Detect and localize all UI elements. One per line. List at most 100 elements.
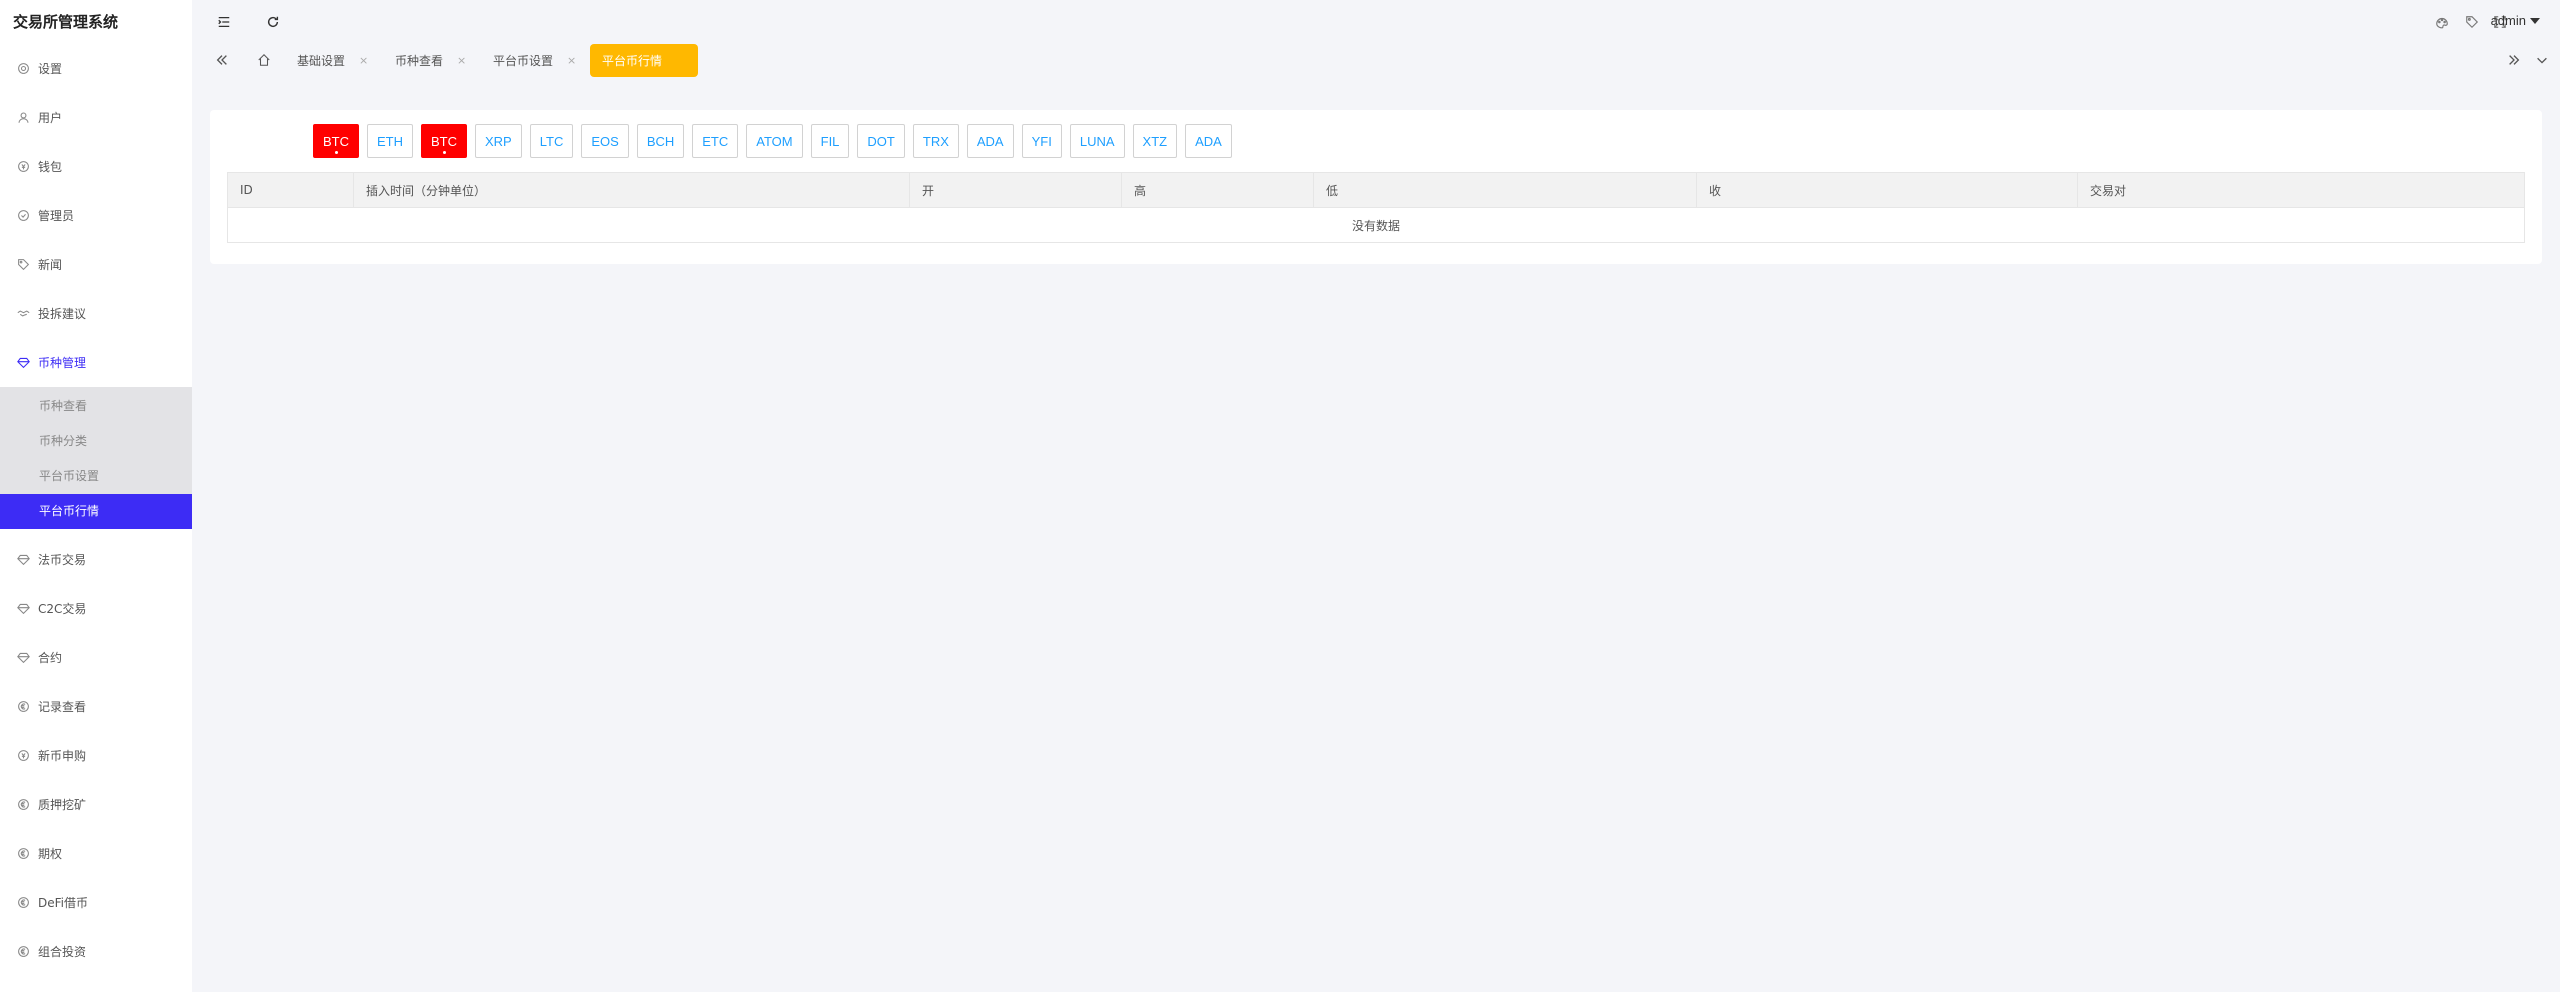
coin-button-xtz[interactable]: XTZ [1132, 124, 1178, 158]
empty-state-text: 没有数据 [227, 207, 2525, 243]
tag-icon[interactable] [2462, 12, 2482, 32]
coin-button-btc[interactable]: BTC [313, 124, 359, 158]
column-header-pair[interactable]: 交易对 [2077, 172, 2525, 208]
column-header-insert-time[interactable]: 插入时间（分钟单位） [353, 172, 910, 208]
sidebar-item-fiat-trade[interactable]: 法币交易 [0, 535, 192, 584]
user-menu[interactable]: admin [2491, 13, 2540, 28]
sidebar-item-portfolio-investment[interactable]: 组合投资 [0, 927, 192, 976]
home-icon[interactable] [254, 50, 274, 70]
column-header-id[interactable]: ID [227, 172, 354, 208]
sidebar-item-wallet[interactable]: 钱包 [0, 142, 192, 191]
tab-basic-settings[interactable]: 基础设置 × [297, 44, 368, 77]
sidebar-item-label: 质押挖矿 [38, 798, 87, 812]
tab-platform-coin-settings[interactable]: 平台币设置 × [493, 44, 576, 77]
sidebar-item-contract[interactable]: 合约 [0, 633, 192, 682]
coin-button-yfi[interactable]: YFI [1021, 124, 1062, 158]
sidebar-item-label: 法币交易 [38, 553, 87, 567]
sidebar-item-label: 用户 [38, 111, 63, 125]
tag-icon [16, 258, 30, 272]
close-icon[interactable]: × [457, 54, 466, 67]
euro-icon [16, 847, 30, 861]
coin-button-fil[interactable]: FIL [810, 124, 850, 158]
sidebar-item-label: 新闻 [38, 258, 63, 272]
handshake-icon [16, 307, 30, 321]
close-icon[interactable]: × [567, 54, 576, 67]
menu-toggle-icon[interactable] [214, 12, 234, 32]
topbar: admin [192, 0, 2560, 44]
coin-button-atom[interactable]: ATOM [746, 124, 803, 158]
sidebar: 交易所管理系统 设置 用户 钱包 管理员 新闻 投拆建议 币种管理 币种查看 币… [0, 0, 192, 992]
coin-button-xrp[interactable]: XRP [475, 124, 522, 158]
euro-icon [16, 700, 30, 714]
sidebar-item-label: DeFi借币 [38, 896, 88, 910]
diamond-icon [16, 651, 30, 665]
tabs-scroll-left-icon[interactable] [212, 50, 232, 70]
submenu-item-platform-coin-market[interactable]: 平台币行情 [0, 494, 192, 529]
table-header-row: ID 插入时间（分钟单位） 开 高 低 收 交易对 [227, 172, 2525, 208]
sidebar-item-staking-mining[interactable]: 质押挖矿 [0, 780, 192, 829]
market-table: ID 插入时间（分钟单位） 开 高 低 收 交易对 没有数据 [227, 172, 2525, 243]
sidebar-item-users[interactable]: 用户 [0, 93, 192, 142]
sidebar-item-label: 管理员 [38, 209, 75, 223]
sidebar-item-label: 记录查看 [38, 700, 87, 714]
coin-button-ada-2[interactable]: ADA [1185, 124, 1232, 158]
tabs-scroll-right-icon[interactable] [2504, 50, 2524, 70]
sidebar-item-label: 设置 [38, 62, 63, 76]
sidebar-item-admins[interactable]: 管理员 [0, 191, 192, 240]
diamond-icon [16, 356, 30, 370]
coin-button-ada[interactable]: ADA [966, 124, 1014, 158]
sidebar-item-news[interactable]: 新闻 [0, 240, 192, 289]
sidebar-item-label: 合约 [38, 651, 63, 665]
coin-button-eth[interactable]: ETH [367, 124, 413, 158]
chevron-down-icon[interactable] [2532, 50, 2552, 70]
coin-icon [16, 749, 30, 763]
theme-icon[interactable] [2432, 12, 2452, 32]
submenu-item-currency-category[interactable]: 币种分类 [0, 424, 192, 459]
shield-icon [16, 209, 30, 223]
coin-button-dot[interactable]: DOT [857, 124, 905, 158]
diamond-icon [16, 553, 30, 567]
caret-down-icon [2530, 17, 2540, 24]
column-header-close[interactable]: 收 [1696, 172, 2078, 208]
sidebar-item-label: 钱包 [38, 160, 63, 174]
coin-selector: BTC ETH BTC XRP LTC EOS BCH ETC ATOM FIL… [313, 124, 1240, 158]
sidebar-item-c2c-trade[interactable]: C2C交易 [0, 584, 192, 633]
column-header-high[interactable]: 高 [1121, 172, 1314, 208]
sidebar-item-label: 组合投资 [38, 945, 87, 959]
wallet-icon [16, 160, 30, 174]
coin-button-eos[interactable]: EOS [581, 124, 629, 158]
sidebar-item-label: 投拆建议 [38, 307, 87, 321]
app-title: 交易所管理系统 [13, 13, 119, 31]
close-icon[interactable]: × [359, 54, 368, 67]
euro-icon [16, 896, 30, 910]
diamond-icon [16, 602, 30, 616]
tab-currency-view[interactable]: 币种查看 × [395, 44, 466, 77]
tab-platform-coin-market[interactable]: 平台币行情 [590, 44, 698, 77]
coin-button-bch[interactable]: BCH [636, 124, 685, 158]
sidebar-item-new-coin-subscription[interactable]: 新币申购 [0, 731, 192, 780]
sidebar-item-records[interactable]: 记录查看 [0, 682, 192, 731]
sidebar-item-options[interactable]: 期权 [0, 829, 192, 878]
coin-button-luna[interactable]: LUNA [1069, 124, 1125, 158]
tab-label: 平台币行情 [602, 54, 663, 68]
sidebar-item-label: 币种管理 [38, 356, 87, 370]
sidebar-item-currency-management[interactable]: 币种管理 [0, 338, 192, 387]
refresh-icon[interactable] [263, 12, 283, 32]
coin-button-trx[interactable]: TRX [912, 124, 959, 158]
username: admin [2490, 13, 2526, 28]
tabs-bar: 基础设置 × 币种查看 × 平台币设置 × 平台币行情 [192, 44, 2560, 78]
sidebar-item-defi-lending[interactable]: DeFi借币 [0, 878, 192, 927]
sidebar-item-settings[interactable]: 设置 [0, 44, 192, 93]
sidebar-item-label: C2C交易 [38, 602, 87, 616]
coin-button-etc[interactable]: ETC [692, 124, 739, 158]
tab-label: 平台币设置 [493, 54, 554, 68]
submenu-item-currency-view[interactable]: 币种查看 [0, 389, 192, 424]
column-header-open[interactable]: 开 [909, 172, 1122, 208]
coin-button-ltc[interactable]: LTC [529, 124, 574, 158]
sidebar-item-feedback[interactable]: 投拆建议 [0, 289, 192, 338]
column-header-low[interactable]: 低 [1313, 172, 1697, 208]
gear-icon [16, 62, 30, 76]
submenu-item-platform-coin-settings[interactable]: 平台币设置 [0, 459, 192, 494]
coin-button-btc-2[interactable]: BTC [421, 124, 467, 158]
sidebar-item-label: 新币申购 [38, 749, 87, 763]
